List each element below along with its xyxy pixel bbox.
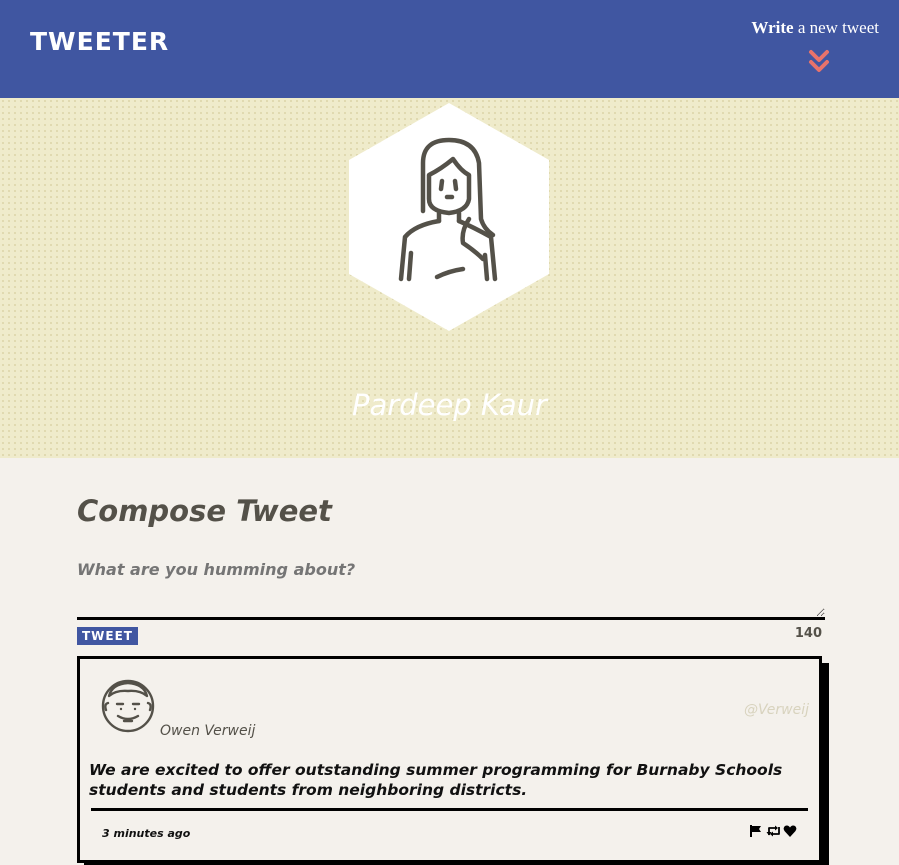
- write-label: Write: [751, 18, 794, 37]
- heart-icon[interactable]: [783, 823, 797, 837]
- top-nav: TWEETER Write a new tweet: [0, 0, 899, 98]
- double-chevron-down-icon[interactable]: [808, 48, 830, 76]
- man-avatar-icon: [101, 679, 155, 733]
- tweet-actions: [749, 823, 797, 837]
- character-counter: 140: [794, 626, 822, 641]
- woman-avatar-icon: [349, 103, 549, 331]
- profile-name: Pardeep Kaur: [352, 388, 547, 422]
- tweet-submit-button[interactable]: TWEET: [77, 627, 138, 645]
- compose-title: Compose Tweet: [77, 494, 332, 528]
- tweet-divider: [91, 808, 808, 811]
- tweet-textarea[interactable]: [77, 560, 825, 620]
- tweet-author-handle: @Verweij: [744, 702, 809, 718]
- retweet-icon[interactable]: [766, 823, 780, 837]
- brand-logo[interactable]: TWEETER: [30, 27, 169, 56]
- write-new-tweet-toggle[interactable]: Write a new tweet: [751, 18, 879, 38]
- tweet-timestamp: 3 minutes ago: [102, 827, 191, 840]
- tweet-content: We are excited to offer outstanding summ…: [89, 761, 783, 799]
- tweet-card: Owen Verweij @Verweij We are excited to …: [77, 656, 822, 863]
- flag-icon[interactable]: [749, 823, 763, 837]
- new-tweet-label: a new tweet: [793, 18, 879, 37]
- tweet-author-name: Owen Verweij: [160, 723, 256, 739]
